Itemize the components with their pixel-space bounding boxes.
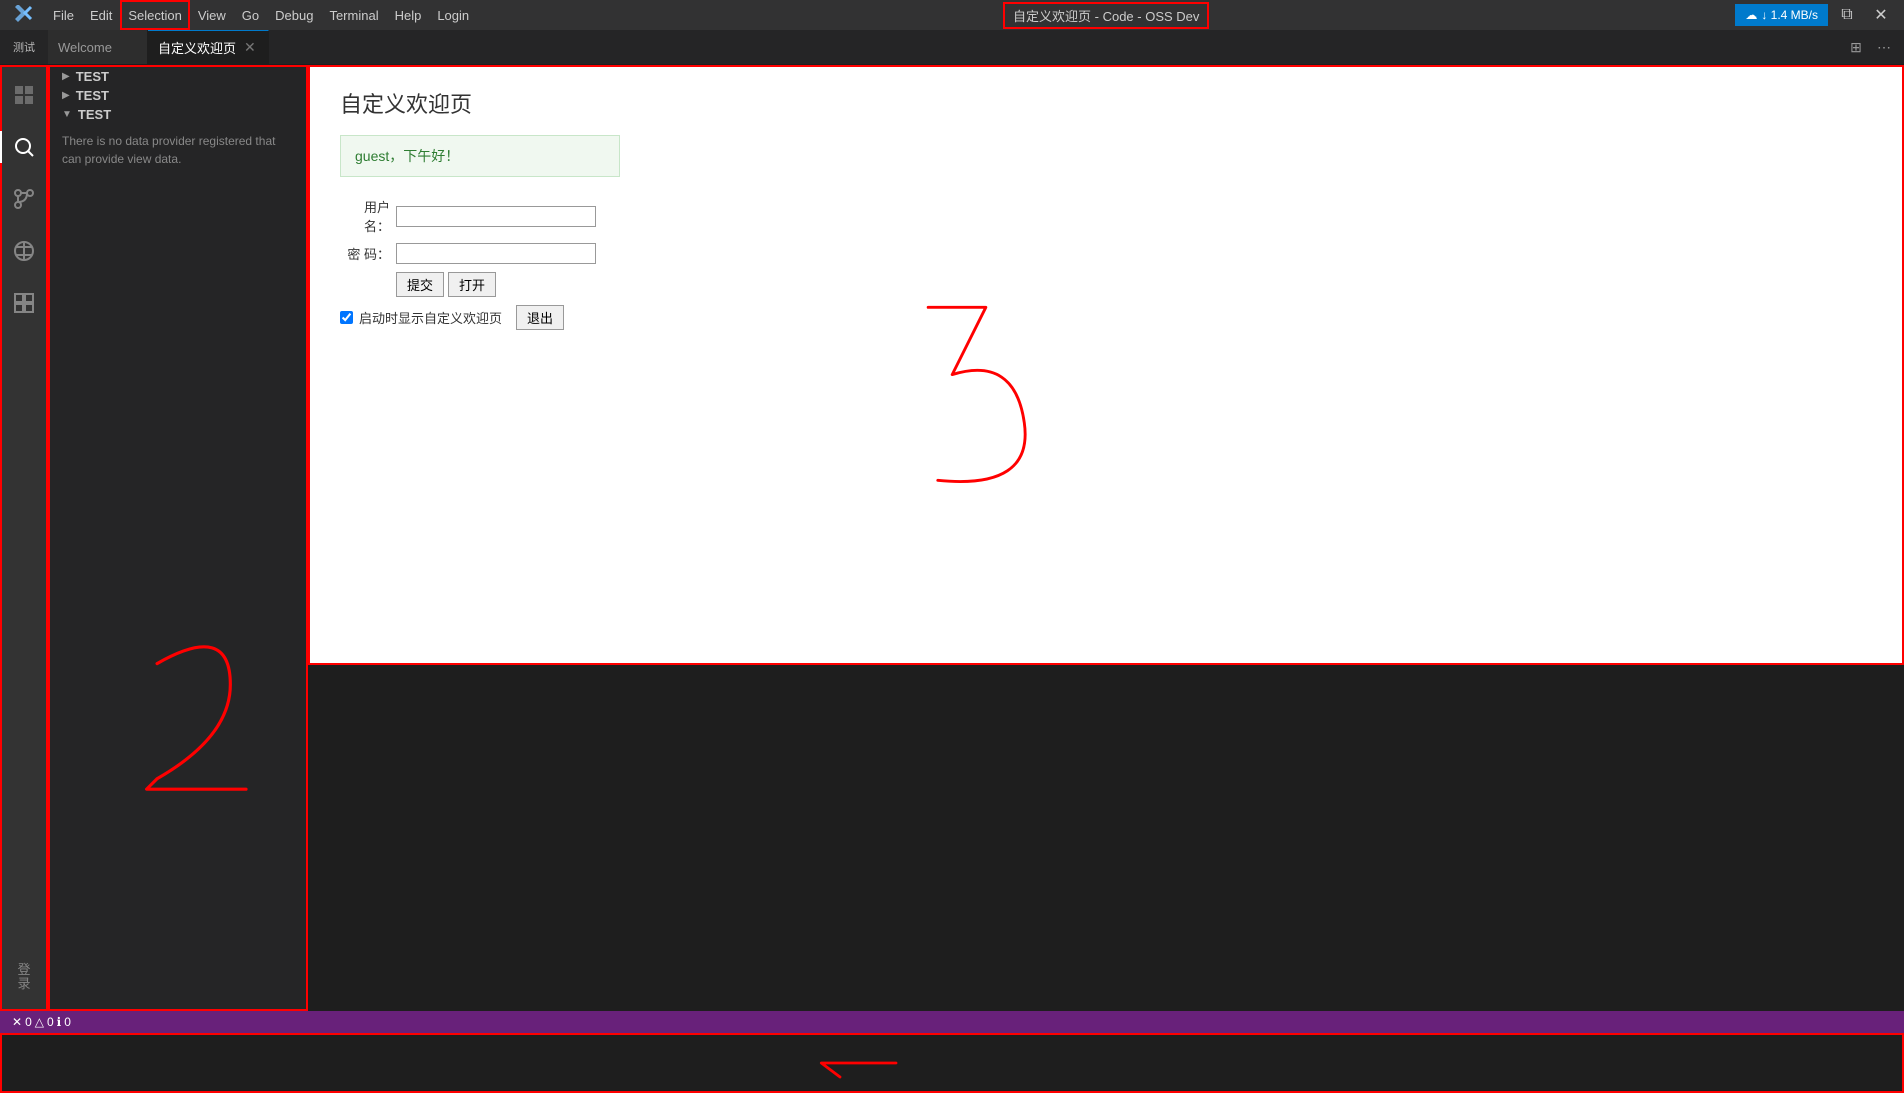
sidebar-item-source-control[interactable] bbox=[0, 175, 48, 223]
sidebar-item-search[interactable] bbox=[0, 123, 48, 171]
account-line1: 登 bbox=[17, 962, 30, 977]
welcome-page-title: 自定义欢迎页 bbox=[340, 87, 1872, 119]
titlebar: File Edit Selection View Go Debug Termin… bbox=[0, 0, 1904, 30]
username-row: 用户名： bbox=[340, 197, 1872, 235]
warning-count: 0 bbox=[47, 1015, 54, 1029]
activity-bar: 登 录 bbox=[0, 65, 48, 1011]
network-speed-text: ↓ 1.4 MB/s bbox=[1761, 8, 1818, 22]
show-welcome-checkbox[interactable] bbox=[340, 311, 353, 324]
sidebar-item-account[interactable]: 登 录 bbox=[0, 953, 48, 1001]
submit-button[interactable]: 提交 bbox=[396, 272, 444, 297]
show-welcome-label[interactable]: 启动时显示自定义欢迎页 bbox=[359, 308, 502, 327]
info-count: 0 bbox=[64, 1015, 71, 1029]
tree-item-0[interactable]: ▶ TEST bbox=[50, 67, 306, 86]
split-editor-button[interactable]: ⊞ bbox=[1844, 35, 1868, 59]
form-buttons: 提交 打开 bbox=[396, 272, 1872, 297]
close-button[interactable]: ✕ bbox=[1866, 0, 1896, 30]
sidebar-panel: ▶ TEST ▶ TEST ▼ TEST There is no data pr… bbox=[48, 65, 308, 1011]
tree-label-1: TEST bbox=[76, 88, 109, 103]
menu-help[interactable]: Help bbox=[387, 0, 430, 30]
menu-edit[interactable]: Edit bbox=[82, 0, 120, 30]
bottom-panel bbox=[0, 1033, 1904, 1093]
activity-bottom: 登 录 bbox=[0, 953, 48, 1009]
info-icon: ℹ bbox=[57, 1015, 62, 1029]
editor-area: 自定义欢迎页 guest，下午好！ 用户名： 密 码： 提交 打开 启动时显示自… bbox=[308, 65, 1904, 1011]
menu-go[interactable]: Go bbox=[234, 0, 267, 30]
tree-arrow-0: ▶ bbox=[62, 71, 70, 82]
checkbox-row: 启动时显示自定义欢迎页 退出 bbox=[340, 305, 1872, 330]
username-input[interactable] bbox=[396, 206, 596, 227]
menu-terminal[interactable]: Terminal bbox=[321, 0, 386, 30]
welcome-panel: 自定义欢迎页 guest，下午好！ 用户名： 密 码： 提交 打开 启动时显示自… bbox=[308, 65, 1904, 665]
sidebar-item-explorer[interactable] bbox=[0, 71, 48, 119]
password-input[interactable] bbox=[396, 243, 596, 264]
app-logo bbox=[0, 5, 45, 25]
sidebar-item-debug[interactable] bbox=[0, 227, 48, 275]
menu-bar: File Edit Selection View Go Debug Termin… bbox=[45, 0, 477, 30]
tab-welcome-label: Welcome bbox=[58, 40, 112, 55]
no-data-message: There is no data provider registered tha… bbox=[50, 124, 306, 176]
tree-item-2[interactable]: ▼ TEST bbox=[50, 105, 306, 124]
password-row: 密 码： bbox=[340, 243, 1872, 264]
status-bar: ✕ 0 △ 0 ℹ 0 bbox=[0, 1011, 1904, 1033]
tree-arrow-2: ▼ bbox=[62, 109, 72, 120]
username-label: 用户名： bbox=[340, 197, 390, 235]
tree-label-2: TEST bbox=[78, 107, 111, 122]
menu-view[interactable]: View bbox=[190, 0, 234, 30]
network-speed-button[interactable]: ☁ ↓ 1.4 MB/s bbox=[1735, 4, 1828, 26]
tab-bar: 测试 Welcome 自定义欢迎页 ✕ ⊞ ⋯ bbox=[0, 30, 1904, 65]
statusbar-left: ✕ 0 △ 0 ℹ 0 bbox=[8, 1015, 75, 1029]
more-actions-button[interactable]: ⋯ bbox=[1872, 35, 1896, 59]
tree-arrow-1: ▶ bbox=[62, 90, 70, 101]
sidebar-title: 测试 bbox=[0, 39, 48, 55]
tab-custom-welcome-label: 自定义欢迎页 bbox=[158, 38, 236, 57]
errors-indicator[interactable]: ✕ 0 △ 0 ℹ 0 bbox=[8, 1015, 75, 1029]
window-title: 自定义欢迎页 - Code - OSS Dev bbox=[477, 2, 1735, 29]
open-button[interactable]: 打开 bbox=[448, 272, 496, 297]
tab-custom-welcome[interactable]: 自定义欢迎页 ✕ bbox=[148, 30, 269, 64]
tab-actions: ⊞ ⋯ bbox=[1844, 35, 1904, 59]
logout-button[interactable]: 退出 bbox=[516, 305, 564, 330]
sidebar-item-extensions[interactable] bbox=[0, 279, 48, 327]
tree-item-1[interactable]: ▶ TEST bbox=[50, 86, 306, 105]
sidebar-tree: ▶ TEST ▶ TEST ▼ TEST There is no data pr… bbox=[50, 67, 306, 538]
greeting-box: guest，下午好！ bbox=[340, 135, 620, 177]
password-label: 密 码： bbox=[340, 244, 390, 263]
menu-login[interactable]: Login bbox=[429, 0, 477, 30]
window-controls: ☁ ↓ 1.4 MB/s ⧉ ✕ bbox=[1735, 0, 1896, 30]
account-line2: 录 bbox=[17, 976, 30, 991]
title-text: 自定义欢迎页 - Code - OSS Dev bbox=[1003, 2, 1209, 29]
restore-button[interactable]: ⧉ bbox=[1832, 0, 1862, 30]
error-count: 0 bbox=[25, 1015, 32, 1029]
menu-file[interactable]: File bbox=[45, 0, 82, 30]
tab-welcome[interactable]: Welcome bbox=[48, 30, 148, 64]
sidebar-drawing bbox=[50, 538, 306, 1009]
menu-debug[interactable]: Debug bbox=[267, 0, 321, 30]
tree-label-0: TEST bbox=[76, 69, 109, 84]
tab-close-button[interactable]: ✕ bbox=[242, 39, 258, 56]
menu-selection[interactable]: Selection bbox=[120, 0, 189, 30]
cloud-icon: ☁ bbox=[1745, 8, 1757, 22]
error-icon: ✕ bbox=[12, 1015, 22, 1029]
warning-icon: △ bbox=[35, 1015, 44, 1029]
main-layout: 登 录 ▶ TEST ▶ TEST ▼ TEST There is no dat… bbox=[0, 65, 1904, 1011]
